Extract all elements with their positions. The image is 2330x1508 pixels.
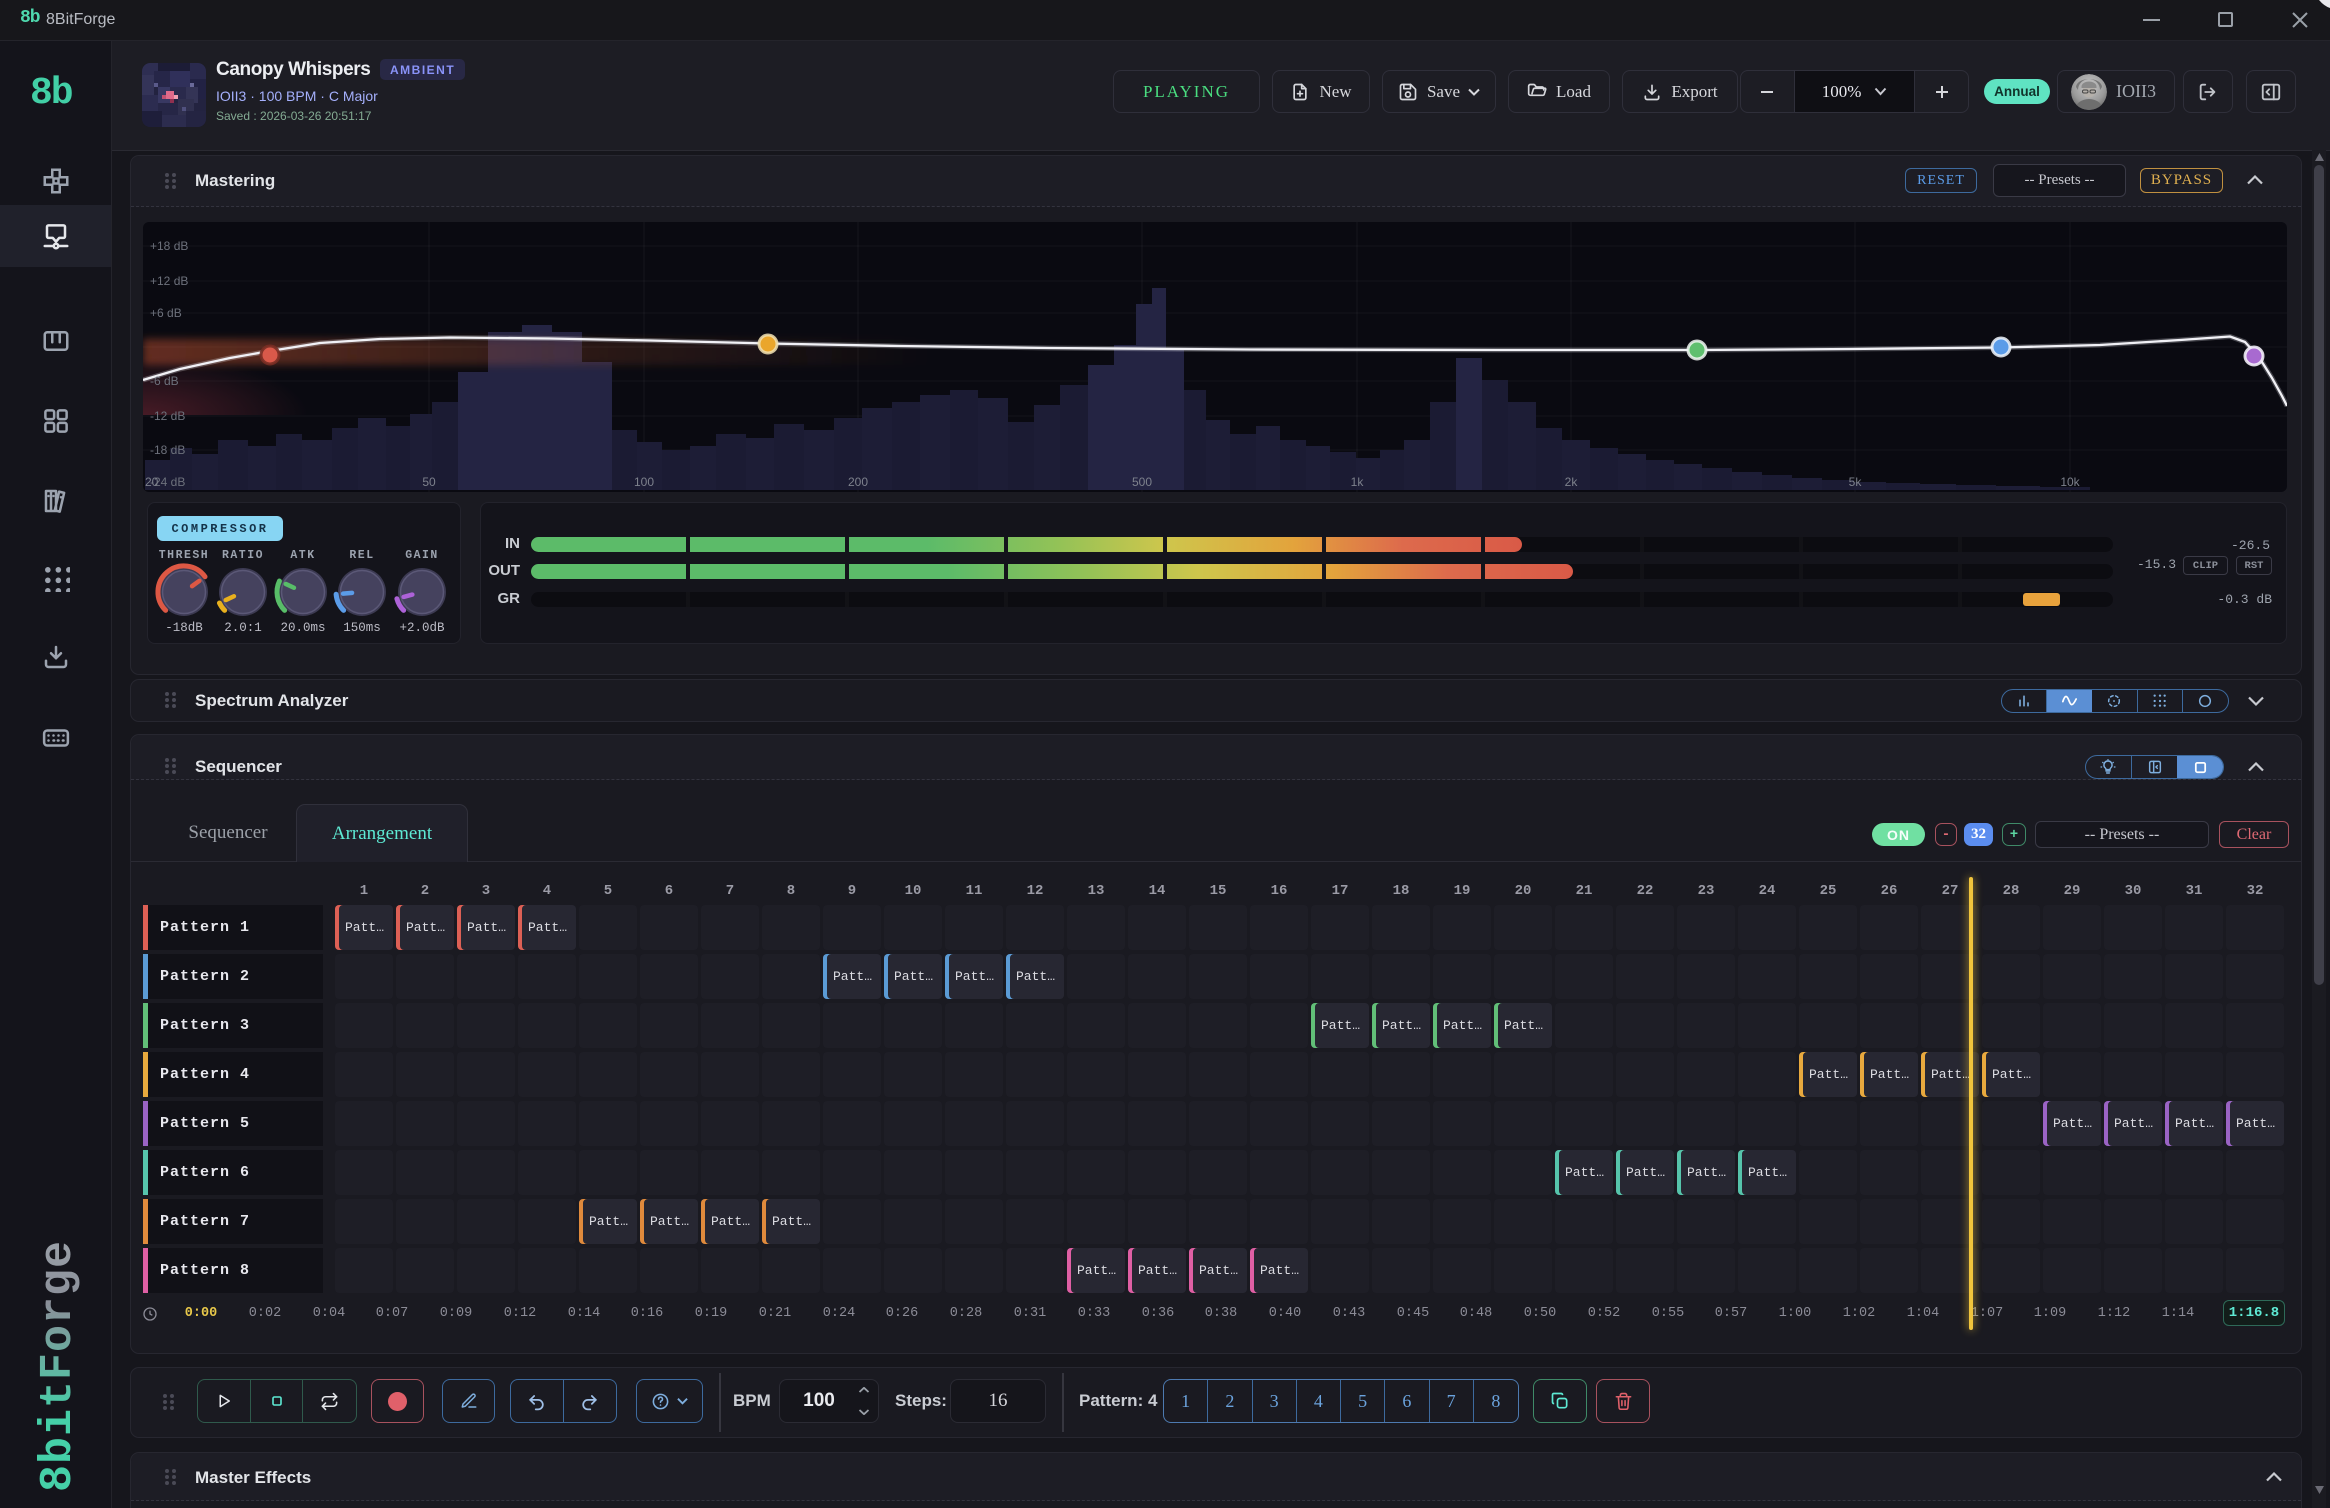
svg-text:+12 dB: +12 dB [150,274,188,288]
svg-text:-18 dB: -18 dB [150,443,185,457]
svg-text:10k: 10k [2060,475,2080,489]
svg-text:2k: 2k [1565,475,1579,489]
svg-text:-12 dB: -12 dB [150,409,185,423]
svg-text:50: 50 [422,475,436,489]
svg-text:20: 20 [145,475,159,489]
svg-text:500: 500 [1132,475,1152,489]
svg-text:+18 dB: +18 dB [150,239,188,253]
svg-text:+6 dB: +6 dB [150,306,182,320]
svg-text:1k: 1k [1351,475,1365,489]
svg-text:-6 dB: -6 dB [150,374,179,388]
svg-text:100: 100 [634,475,654,489]
svg-text:5k: 5k [1849,475,1863,489]
svg-text:200: 200 [848,475,868,489]
